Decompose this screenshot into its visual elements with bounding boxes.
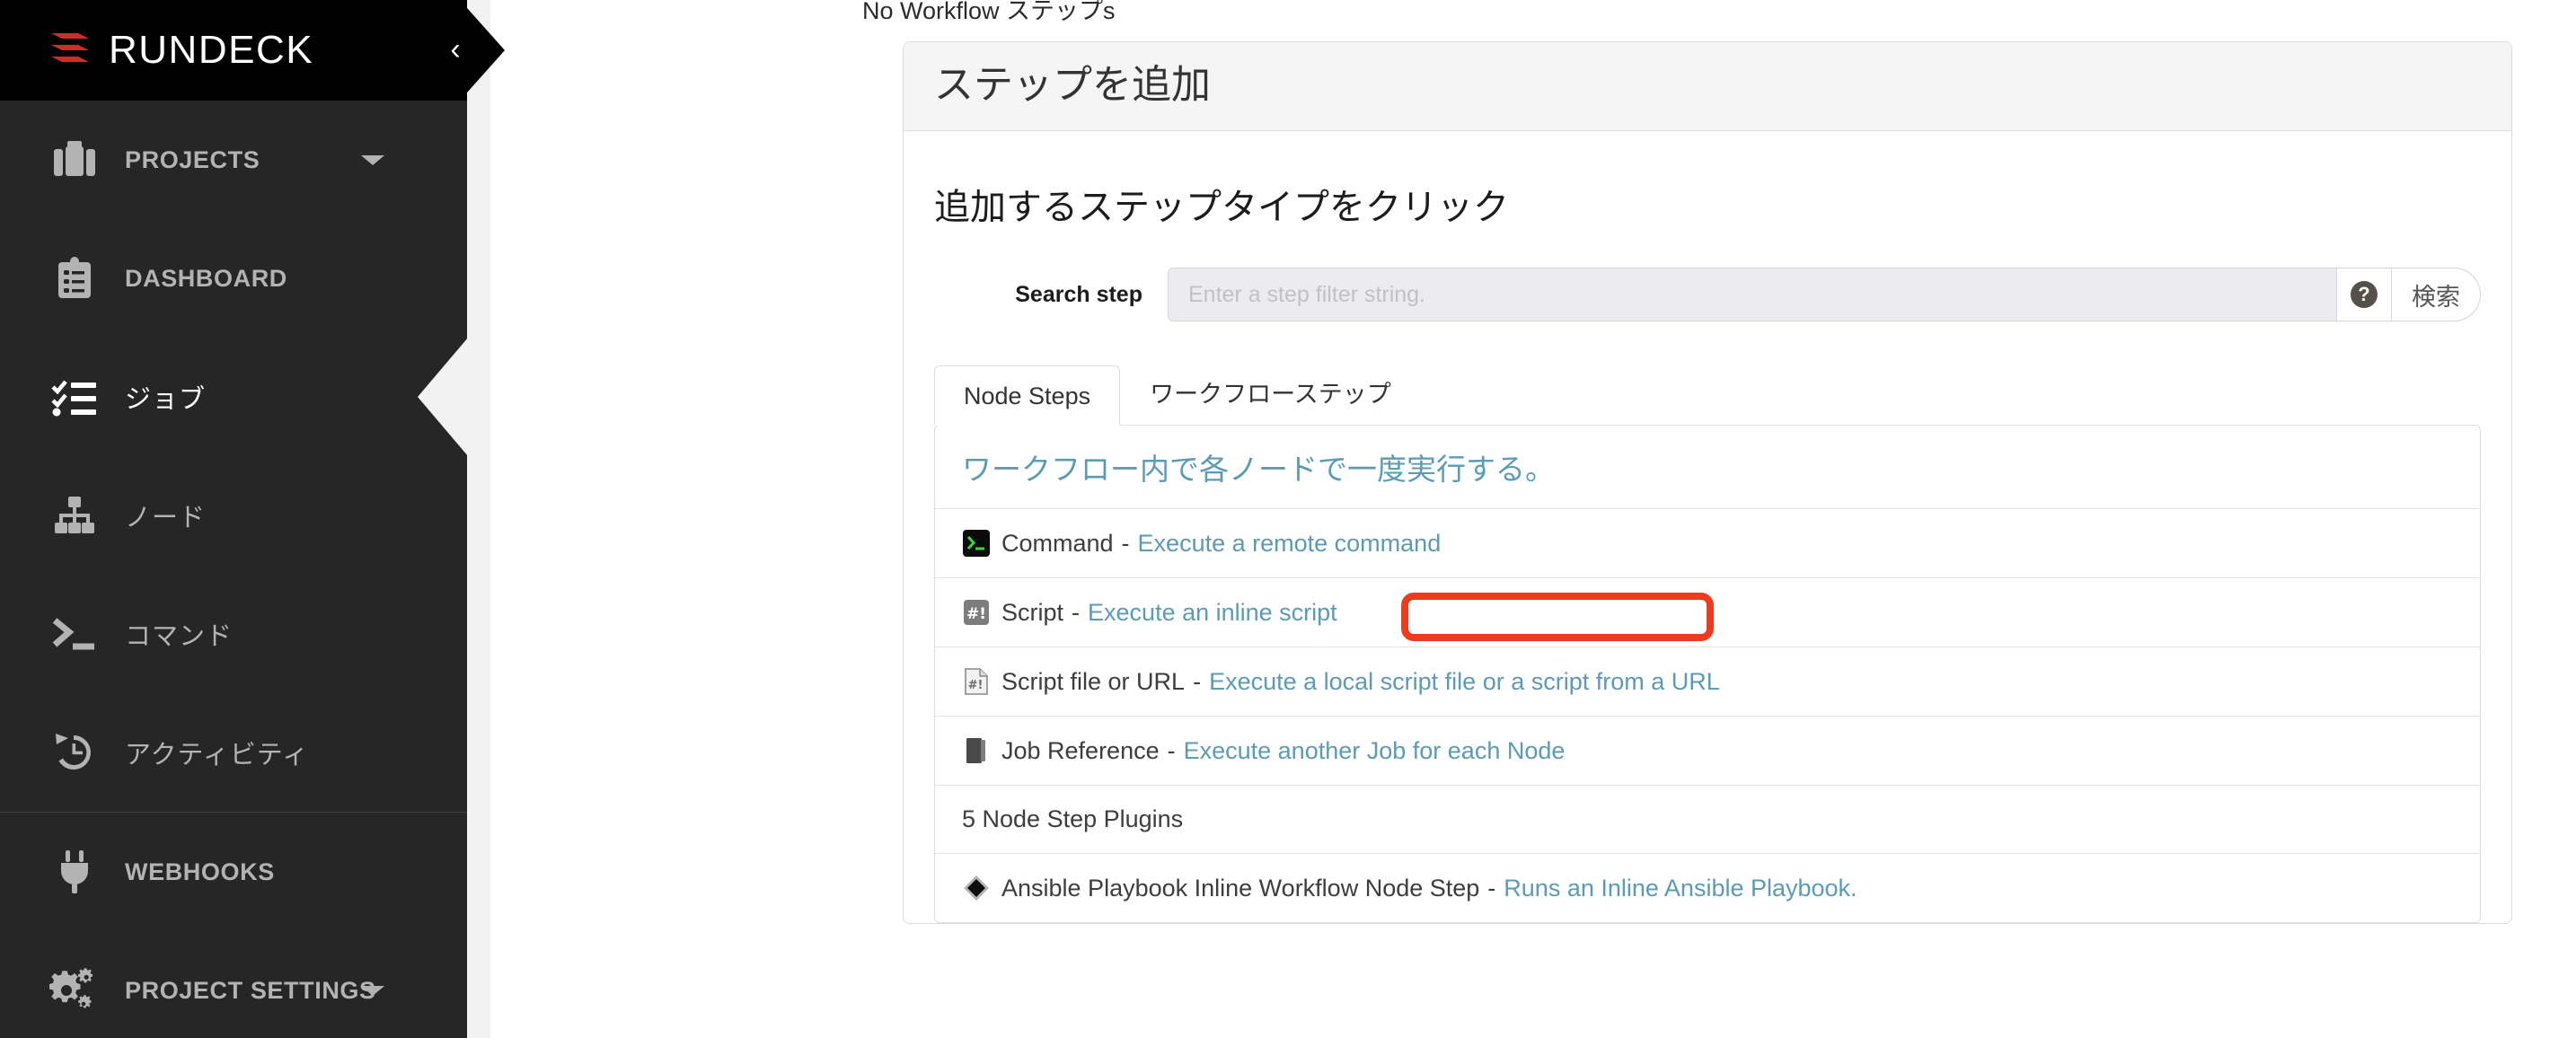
rundeck-logo-icon	[51, 33, 89, 62]
sidebar-collapse-button[interactable]: ‹	[435, 0, 505, 101]
step-dash: -	[1193, 667, 1202, 695]
sidebar-item-label: コマンド	[125, 622, 234, 651]
step-name: Script file or URL	[1001, 667, 1186, 695]
step-row-ansible-playbook-inline[interactable]: Ansible Playbook Inline Workflow Node St…	[935, 854, 2480, 922]
search-step-row: Search step ? 検索	[934, 268, 2481, 322]
brand-logo[interactable]: RUNDECK	[0, 28, 313, 73]
sidebar-item-commands[interactable]: コマンド	[0, 575, 467, 693]
diamond-icon	[962, 874, 991, 902]
search-input-group: ? 検索	[1168, 268, 2481, 322]
step-description: Execute another Job for each Node	[1183, 736, 1566, 764]
terminal-black-icon	[962, 529, 991, 558]
chevron-down-icon	[361, 155, 384, 165]
app-root: RUNDECK ‹ PROJECTS DASHBOARD ジョブ ノード コマン…	[0, 0, 2576, 1038]
step-type-list: ワークフロー内で各ノードで一度実行する。 Command - Execute a…	[934, 425, 2481, 924]
step-name: Script	[1001, 598, 1064, 626]
add-step-panel: ステップを追加 追加するステップタイプをクリック Search step ? 検…	[903, 41, 2512, 925]
sidebar-item-activity[interactable]: アクティビティ	[0, 693, 467, 812]
step-description: Execute an inline script	[1088, 598, 1337, 626]
sidebar-header: RUNDECK ‹	[0, 0, 505, 101]
step-row-script-file-or-url[interactable]: #! Script file or URL - Execute a local …	[935, 647, 2480, 717]
main-content: No Workflow ステップs ステップを追加 追加するステップタイプをクリ…	[490, 0, 2576, 1038]
step-type-tabs: Node Steps ワークフローステップ	[934, 357, 2481, 427]
step-description: Execute a local script file or a script …	[1209, 667, 1720, 695]
active-indicator	[418, 338, 468, 456]
panel-body: 追加するステップタイプをクリック Search step ? 検索 Node S…	[904, 131, 2511, 924]
sidebar-item-label: アクティビティ	[125, 741, 310, 770]
sidebar-item-project-settings[interactable]: PROJECT SETTINGS	[0, 931, 467, 1038]
search-step-label: Search step	[1015, 281, 1142, 307]
question-mark-icon: ?	[2351, 281, 2378, 309]
sidebar-item-label: WEBHOOKS	[125, 858, 275, 885]
sidebar-item-dashboard[interactable]: DASHBOARD	[0, 219, 467, 338]
checklist-icon	[49, 372, 100, 422]
step-row-script[interactable]: #! Script - Execute an inline script	[935, 578, 2480, 648]
brand-name: RUNDECK	[109, 28, 314, 72]
step-name: Job Reference	[1001, 736, 1160, 764]
sidebar-item-webhooks[interactable]: WEBHOOKS	[0, 813, 467, 931]
step-row-job-reference[interactable]: Job Reference - Execute another Job for …	[935, 717, 2480, 787]
terminal-icon	[49, 609, 100, 659]
gears-icon	[49, 965, 100, 1016]
step-dash: -	[1487, 874, 1496, 902]
sidebar-item-label: ジョブ	[125, 385, 207, 414]
step-row-command[interactable]: Command - Execute a remote command	[935, 509, 2480, 579]
page-title: ステップを追加	[934, 63, 1211, 107]
sidebar-item-label: PROJECT SETTINGS	[125, 976, 376, 1004]
search-button[interactable]: 検索	[2392, 268, 2481, 322]
sidebar: RUNDECK ‹ PROJECTS DASHBOARD ジョブ ノード コマン…	[0, 0, 505, 1038]
tab-node-steps[interactable]: Node Steps	[934, 365, 1121, 427]
step-name: Ansible Playbook Inline Workflow Node St…	[1001, 874, 1480, 902]
history-icon	[49, 727, 100, 778]
clipboard-icon	[49, 253, 100, 303]
sidebar-item-label: ノード	[125, 504, 207, 532]
script-hash-icon: #!	[962, 598, 991, 627]
step-description: Execute a remote command	[1137, 529, 1442, 557]
tab-workflow-steps[interactable]: ワークフローステップ	[1120, 357, 1421, 425]
list-heading: ワークフロー内で各ノードで一度実行する。	[935, 426, 2480, 510]
svg-text:#!: #!	[966, 605, 986, 623]
book-icon	[962, 736, 991, 765]
sidebar-item-projects[interactable]: PROJECTS	[0, 101, 467, 219]
search-help-button[interactable]: ?	[2336, 268, 2392, 322]
briefcase-icon	[49, 135, 100, 185]
sidebar-nav: PROJECTS DASHBOARD ジョブ ノード コマンド アクティビティ …	[0, 101, 468, 1038]
sitemap-icon	[49, 490, 100, 541]
sidebar-gutter	[467, 0, 490, 1038]
sidebar-item-label: DASHBOARD	[125, 264, 287, 292]
panel-header: ステップを追加	[904, 42, 2511, 132]
plug-icon	[49, 847, 100, 897]
sidebar-item-jobs[interactable]: ジョブ	[0, 338, 468, 456]
search-input[interactable]	[1168, 268, 2336, 322]
script-file-icon: #!	[962, 667, 991, 696]
sidebar-item-nodes[interactable]: ノード	[0, 456, 467, 575]
plugin-count-label: 5 Node Step Plugins	[962, 805, 1184, 833]
svg-text:#!: #!	[968, 679, 984, 692]
chevron-down-icon	[361, 986, 384, 996]
step-dash: -	[1072, 598, 1081, 626]
section-title: 追加するステップタイプをクリック	[934, 188, 1509, 228]
plugin-count-row: 5 Node Step Plugins	[935, 786, 2480, 855]
step-name: Command	[1001, 529, 1114, 557]
sidebar-item-label: PROJECTS	[125, 145, 260, 173]
step-description: Runs an Inline Ansible Playbook.	[1504, 874, 1857, 902]
no-workflow-steps-note: No Workflow ステップs	[862, 0, 1116, 24]
step-dash: -	[1167, 736, 1176, 764]
chevron-left-icon: ‹	[450, 32, 461, 66]
step-dash: -	[1121, 529, 1130, 557]
